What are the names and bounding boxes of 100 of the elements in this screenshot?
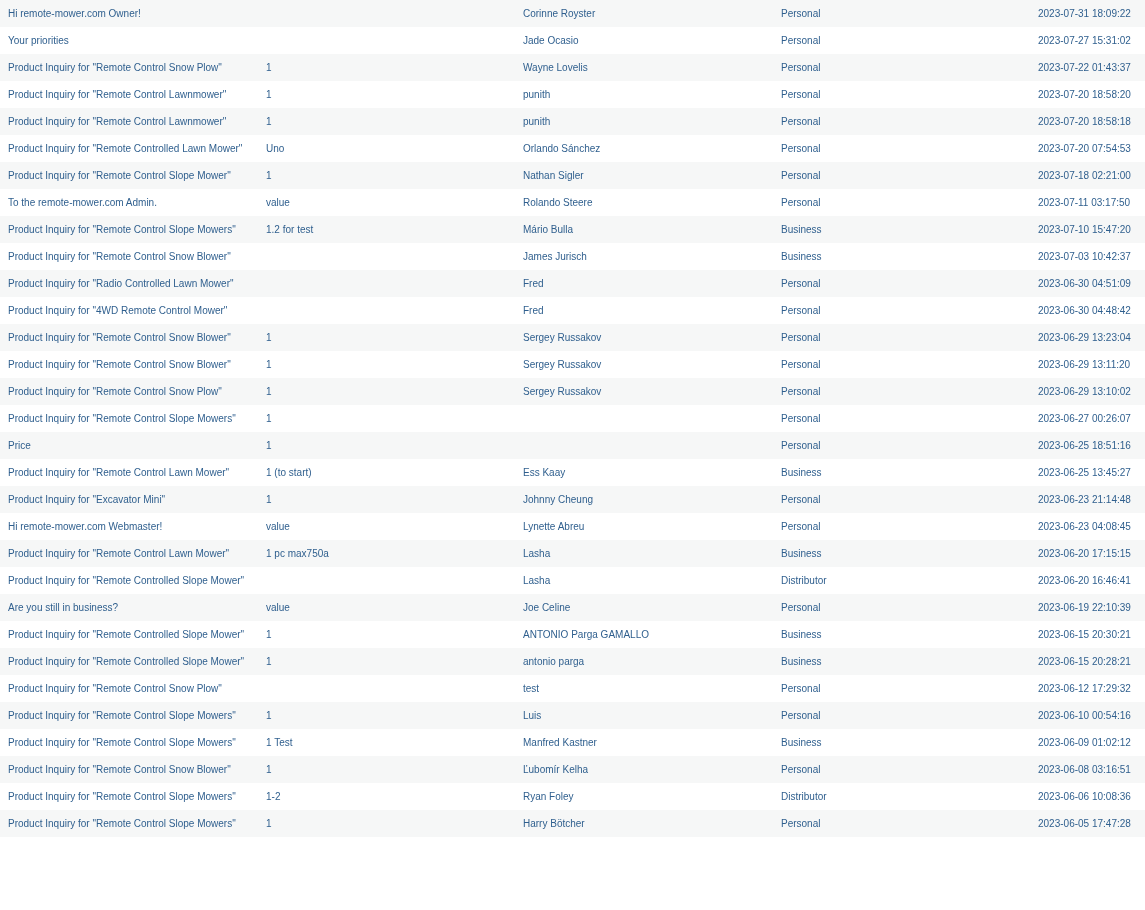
type-cell: Personal bbox=[781, 35, 821, 46]
type-cell: Personal bbox=[781, 494, 821, 505]
quantity-cell: 1 bbox=[266, 413, 272, 424]
name-cell: Rolando Steere bbox=[523, 197, 593, 208]
quantity-cell: 1 bbox=[266, 818, 272, 829]
date-cell: 2023-07-31 18:09:22 bbox=[1038, 8, 1131, 19]
date-cell: 2023-06-20 17:15:15 bbox=[1038, 548, 1131, 559]
subject-cell: Hi remote-mower.com Webmaster! bbox=[8, 521, 163, 532]
type-cell: Personal bbox=[781, 440, 821, 451]
date-cell: 2023-07-27 15:31:02 bbox=[1038, 35, 1131, 46]
name-cell: Jade Ocasio bbox=[523, 35, 579, 46]
subject-cell: Product Inquiry for "Remote Control Snow Plow" bbox=[8, 62, 222, 73]
date-cell: 2023-06-15 20:30:21 bbox=[1038, 629, 1131, 640]
type-cell: Personal bbox=[781, 305, 821, 316]
date-cell: 2023-07-20 07:54:53 bbox=[1038, 143, 1131, 154]
quantity-cell: 1 bbox=[266, 116, 272, 127]
quantity-cell: 1 bbox=[266, 89, 272, 100]
type-cell: Personal bbox=[781, 521, 821, 532]
type-cell: Personal bbox=[781, 170, 821, 181]
type-cell: Business bbox=[781, 737, 822, 748]
name-cell: antonio parga bbox=[523, 656, 585, 667]
subject-cell: Product Inquiry for "Remote Controlled Slope Mower" bbox=[8, 575, 245, 586]
date-cell: 2023-06-30 04:48:42 bbox=[1038, 305, 1131, 316]
type-cell: Personal bbox=[781, 386, 821, 397]
date-cell: 2023-06-09 01:02:12 bbox=[1038, 737, 1131, 748]
name-cell: Manfred Kastner bbox=[523, 737, 597, 748]
date-cell: 2023-07-20 18:58:20 bbox=[1038, 89, 1131, 100]
quantity-cell: 1 bbox=[266, 386, 272, 397]
name-cell: Ryan Foley bbox=[523, 791, 574, 802]
date-cell: 2023-06-12 17:29:32 bbox=[1038, 683, 1131, 694]
type-cell: Personal bbox=[781, 116, 821, 127]
date-cell: 2023-06-08 03:16:51 bbox=[1038, 764, 1131, 775]
date-cell: 2023-07-22 01:43:37 bbox=[1038, 62, 1131, 73]
quantity-cell: 1 bbox=[266, 764, 272, 775]
subject-cell: Product Inquiry for "Remote Controlled Slope Mower" bbox=[8, 629, 245, 640]
subject-cell: Product Inquiry for "Remote Controlled Slope Mower" bbox=[8, 656, 245, 667]
type-cell: Personal bbox=[781, 8, 821, 19]
date-cell: 2023-07-11 03:17:50 bbox=[1038, 197, 1131, 208]
quantity-cell: 1 pc max750a bbox=[266, 548, 329, 559]
name-cell: Nathan Sigler bbox=[523, 170, 584, 181]
type-cell: Distributor bbox=[781, 575, 827, 586]
date-cell: 2023-06-23 21:14:48 bbox=[1038, 494, 1131, 505]
quantity-cell: 1-2 bbox=[266, 791, 281, 802]
name-cell: Joe Celine bbox=[523, 602, 571, 613]
type-cell: Personal bbox=[781, 710, 821, 721]
date-cell: 2023-06-29 13:11:20 bbox=[1038, 359, 1131, 370]
type-cell: Personal bbox=[781, 602, 821, 613]
subject-cell: Product Inquiry for "Remote Control Lawnmower" bbox=[8, 116, 227, 127]
subject-cell: Product Inquiry for "Remote Control Slope Mowers" bbox=[8, 710, 236, 721]
subject-cell: Your priorities bbox=[8, 35, 69, 46]
name-cell: Corinne Royster bbox=[523, 8, 596, 19]
quantity-cell: 1 bbox=[266, 332, 272, 343]
date-cell: 2023-06-10 00:54:16 bbox=[1038, 710, 1131, 721]
quantity-cell: 1 bbox=[266, 62, 272, 73]
subject-cell: Product Inquiry for "Remote Control Snow Plow" bbox=[8, 683, 222, 694]
date-cell: 2023-07-20 18:58:18 bbox=[1038, 116, 1131, 127]
date-cell: 2023-06-29 13:23:04 bbox=[1038, 332, 1131, 343]
name-cell: Sergey Russakov bbox=[523, 386, 602, 397]
type-cell: Personal bbox=[781, 197, 821, 208]
subject-cell: Product Inquiry for "Remote Control Slope Mowers" bbox=[8, 413, 236, 424]
subject-cell: Product Inquiry for "Excavator Mini" bbox=[8, 494, 166, 505]
name-cell: James Jurisch bbox=[523, 251, 587, 262]
subject-cell: Product Inquiry for "Remote Control Slope Mower" bbox=[8, 170, 231, 181]
date-cell: 2023-06-19 22:10:39 bbox=[1038, 602, 1131, 613]
type-cell: Personal bbox=[781, 62, 821, 73]
type-cell: Personal bbox=[781, 413, 821, 424]
name-cell: Lynette Abreu bbox=[523, 521, 585, 532]
date-cell: 2023-06-20 16:46:41 bbox=[1038, 575, 1131, 586]
date-cell: 2023-06-06 10:08:36 bbox=[1038, 791, 1131, 802]
type-cell: Personal bbox=[781, 359, 821, 370]
quantity-cell: 1 (to start) bbox=[266, 467, 312, 478]
name-cell: punith bbox=[523, 116, 551, 127]
name-cell: Wayne Lovelis bbox=[523, 62, 588, 73]
subject-cell: Price bbox=[8, 440, 31, 451]
name-cell: Harry Bötcher bbox=[523, 818, 585, 829]
date-cell: 2023-06-30 04:51:09 bbox=[1038, 278, 1131, 289]
subject-cell: Product Inquiry for "Remote Control Snow Blower" bbox=[8, 251, 231, 262]
type-cell: Personal bbox=[781, 764, 821, 775]
quantity-cell: 1 bbox=[266, 656, 272, 667]
name-cell: Ess Kaay bbox=[523, 467, 566, 478]
date-cell: 2023-06-29 13:10:02 bbox=[1038, 386, 1131, 397]
quantity-cell: 1 bbox=[266, 494, 272, 505]
subject-cell: Product Inquiry for "Remote Control Lawn Mower" bbox=[8, 548, 230, 559]
type-cell: Personal bbox=[781, 683, 821, 694]
name-cell: Orlando Sánchez bbox=[523, 143, 601, 154]
subject-cell: Product Inquiry for "Remote Control Slope Mowers" bbox=[8, 791, 236, 802]
type-cell: Personal bbox=[781, 89, 821, 100]
type-cell: Business bbox=[781, 548, 822, 559]
type-cell: Personal bbox=[781, 818, 821, 829]
subject-cell: Product Inquiry for "Remote Controlled Lawn Mower" bbox=[8, 143, 243, 154]
type-cell: Business bbox=[781, 656, 822, 667]
quantity-cell: value bbox=[266, 521, 290, 532]
name-cell: test bbox=[523, 683, 540, 694]
type-cell: Business bbox=[781, 251, 822, 262]
subject-cell: To the remote-mower.com Admin. bbox=[8, 197, 157, 208]
date-cell: 2023-06-05 17:47:28 bbox=[1038, 818, 1131, 829]
name-cell: Ľubomír Kelha bbox=[523, 764, 589, 775]
subject-cell: Product Inquiry for "Remote Control Slope Mowers" bbox=[8, 737, 236, 748]
date-cell: 2023-06-27 00:26:07 bbox=[1038, 413, 1131, 424]
subject-cell: Product Inquiry for "Remote Control Slope Mowers" bbox=[8, 818, 236, 829]
